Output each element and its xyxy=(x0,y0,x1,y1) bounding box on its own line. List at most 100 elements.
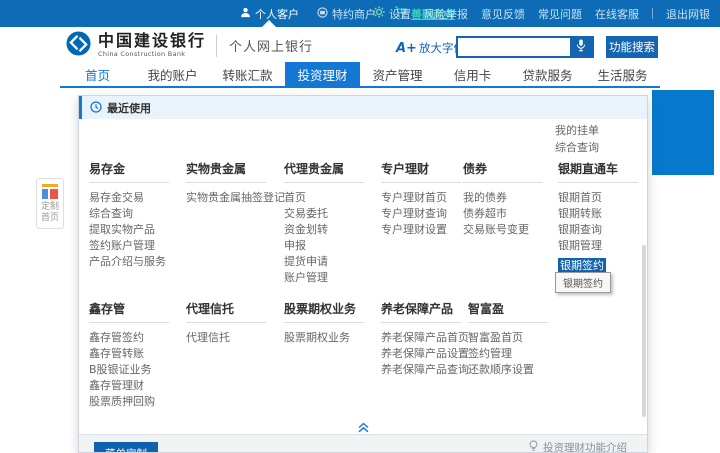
lightbulb-icon xyxy=(528,440,539,453)
topbar-item-label: 特约商户 xyxy=(332,6,376,22)
menu-item[interactable]: 交易账号变更 xyxy=(463,222,558,238)
nav-item-my-accounts[interactable]: 我的账户 xyxy=(135,62,210,86)
menu-column-title: 鑫存管 xyxy=(89,302,169,323)
customize-homepage-widget[interactable]: 定制 首页 xyxy=(36,178,64,229)
scrolled-partial-column: 我的挂单 综合查询 xyxy=(555,122,599,156)
topbar-right-group: 设置 风险举报 意见反馈 常见问题 在线客服 退出网银 xyxy=(373,0,710,27)
microphone-icon xyxy=(576,39,586,55)
menu-item[interactable]: 智富盈首页 xyxy=(468,330,568,346)
font-zoom-control[interactable]: A+放大字体 xyxy=(396,40,465,56)
function-search-button[interactable]: 功能搜索 xyxy=(606,36,658,58)
bank-name-en: China Construction Bank xyxy=(98,50,206,58)
menu-item[interactable]: 股票期权业务 xyxy=(284,330,381,346)
menu-column-xincunguan: 鑫存管 鑫存管签约 鑫存管转账 B股银证业务 鑫存管理财 股票质押回购 xyxy=(89,302,186,410)
bank-name-block: 中国建设银行 China Construction Bank xyxy=(98,33,206,58)
customize-homepage-label: 定制 首页 xyxy=(41,202,59,224)
menu-column-title: 专户理财 xyxy=(381,162,461,183)
menu-column-bonds: 债券 我的债券 债券超市 交易账号变更 xyxy=(463,162,558,286)
portal-title: 个人网上银行 xyxy=(229,36,313,55)
investment-megamenu: 最近使用 我的挂单 综合查询 易存金 易存金交易 综合查询 提取实物产品 签约账… xyxy=(78,95,648,453)
layout-grid-icon xyxy=(42,184,58,199)
collapse-menu-control[interactable] xyxy=(79,418,647,432)
menu-item[interactable]: 提货申请 xyxy=(284,254,381,270)
topbar-item-label: 设置 xyxy=(389,6,411,22)
logo-divider xyxy=(216,35,217,57)
topbar-item-online-service[interactable]: 在线客服 xyxy=(595,6,639,22)
menu-item[interactable]: 专户理财首页 xyxy=(381,190,463,206)
menu-item[interactable]: 银期查询 xyxy=(558,222,643,238)
voice-search-button[interactable] xyxy=(570,38,592,56)
menu-item[interactable]: 签约账户管理 xyxy=(89,238,186,254)
menu-item[interactable]: 银期首页 xyxy=(558,190,643,206)
menu-item[interactable]: 交易委托 xyxy=(284,206,381,222)
topbar-item-faq[interactable]: 常见问题 xyxy=(538,6,582,22)
menu-item[interactable]: 鑫存管理财 xyxy=(89,378,186,394)
bank-name: 中国建设银行 xyxy=(98,33,206,49)
page-banner xyxy=(652,90,714,175)
main-nav: 首页 我的账户 转账汇款 投资理财 资产管理 信用卡 贷款服务 生活服务 xyxy=(60,62,660,88)
topbar-item-logout[interactable]: 退出网银 xyxy=(666,6,710,22)
menu-item[interactable]: 产品介绍与服务 xyxy=(89,254,186,270)
menu-column-zhifuying: 智富盈 智富盈首页 签约管理 还款顺序设置 xyxy=(468,302,568,410)
menu-customize-button[interactable]: 菜单定制 xyxy=(94,442,158,453)
menu-item[interactable]: 提取实物产品 xyxy=(89,222,186,238)
menu-item[interactable]: 申报 xyxy=(284,238,381,254)
menu-scrollbar-thumb[interactable] xyxy=(642,245,646,417)
menu-row-1: 易存金 易存金交易 综合查询 提取实物产品 签约账户管理 产品介绍与服务 实物贵… xyxy=(89,162,643,286)
menu-column-pension-products: 养老保障产品 养老保障产品首页 养老保障产品设置 养老保障产品查询 xyxy=(381,302,468,410)
nav-item-home[interactable]: 首页 xyxy=(60,62,135,86)
menu-column-title: 代理贵金属 xyxy=(284,162,364,183)
merchant-icon xyxy=(317,7,328,21)
clock-icon xyxy=(90,98,102,117)
menu-item[interactable]: 实物贵金属抽签登记 xyxy=(186,190,284,206)
menu-item[interactable]: 养老保障产品首页 xyxy=(381,330,468,346)
nav-item-life-services[interactable]: 生活服务 xyxy=(585,62,660,86)
nav-item-asset-management[interactable]: 资产管理 xyxy=(360,62,435,86)
topbar-item-settings[interactable]: 设置 xyxy=(373,6,411,22)
menu-item[interactable]: 我的挂单 xyxy=(555,122,599,139)
menu-item[interactable]: 还款顺序设置 xyxy=(468,362,568,378)
menu-item[interactable]: 鑫存管签约 xyxy=(89,330,186,346)
menu-column-bank-futures: 银期直通车 银期首页 银期转账 银期查询 银期管理 银期签约 xyxy=(558,162,643,286)
function-intro-link[interactable]: 投资理财功能介绍 xyxy=(528,440,627,453)
user-icon xyxy=(240,7,251,21)
menu-item[interactable]: 综合查询 xyxy=(555,139,599,156)
menu-item[interactable]: 银期管理 xyxy=(558,238,643,254)
nav-item-credit-card[interactable]: 信用卡 xyxy=(435,62,510,86)
menu-item[interactable]: 养老保障产品查询 xyxy=(381,362,468,378)
megamenu-footer: 菜单定制 投资理财功能介绍 xyxy=(79,434,647,453)
menu-item[interactable]: 易存金交易 xyxy=(89,190,186,206)
menu-item[interactable]: 综合查询 xyxy=(89,206,186,222)
menu-item[interactable]: 签约管理 xyxy=(468,346,568,362)
menu-item[interactable]: 我的债券 xyxy=(463,190,558,206)
menu-item[interactable]: 养老保障产品设置 xyxy=(381,346,468,362)
menu-item[interactable]: 债券超市 xyxy=(463,206,558,222)
menu-column-title: 代理信托 xyxy=(186,302,266,323)
menu-column-special-finance: 专户理财 专户理财首页 专户理财查询 专户理财设置 xyxy=(381,162,463,286)
menu-item[interactable]: 专户理财设置 xyxy=(381,222,463,238)
menu-item[interactable]: 首页 xyxy=(284,190,381,206)
menu-column-yicunjin: 易存金 易存金交易 综合查询 提取实物产品 签约账户管理 产品介绍与服务 xyxy=(89,162,186,286)
nav-item-loan-services[interactable]: 贷款服务 xyxy=(510,62,585,86)
topbar-item-merchant[interactable]: 特约商户 xyxy=(317,6,376,22)
menu-item[interactable]: 股票质押回购 xyxy=(89,394,186,410)
nav-item-transfer[interactable]: 转账汇款 xyxy=(210,62,285,86)
menu-column-stock-options: 股票期权业务 股票期权业务 xyxy=(284,302,381,410)
ccb-logo-icon xyxy=(66,31,91,60)
menu-item[interactable]: 鑫存管转账 xyxy=(89,346,186,362)
topbar-item-risk-report[interactable]: 风险举报 xyxy=(424,6,468,22)
menu-item[interactable]: 账户管理 xyxy=(284,270,381,286)
menu-column-title: 智富盈 xyxy=(468,302,548,323)
menu-item[interactable]: 代理信托 xyxy=(186,330,284,346)
menu-item[interactable]: 专户理财查询 xyxy=(381,206,463,222)
font-zoom-prefix: A+ xyxy=(396,41,417,56)
nav-item-investment[interactable]: 投资理财 xyxy=(285,62,360,86)
menu-row-2: 鑫存管 鑫存管签约 鑫存管转账 B股银证业务 鑫存管理财 股票质押回购 代理信托… xyxy=(89,302,568,410)
search-input[interactable] xyxy=(458,38,570,56)
menu-column-agent-trust: 代理信托 代理信托 xyxy=(186,302,284,410)
menu-item[interactable]: B股银证业务 xyxy=(89,362,186,378)
menu-item[interactable]: 银期转账 xyxy=(558,206,643,222)
topbar-item-feedback[interactable]: 意见反馈 xyxy=(481,6,525,22)
menu-column-title: 养老保障产品 xyxy=(381,302,461,323)
menu-item[interactable]: 资金划转 xyxy=(284,222,381,238)
